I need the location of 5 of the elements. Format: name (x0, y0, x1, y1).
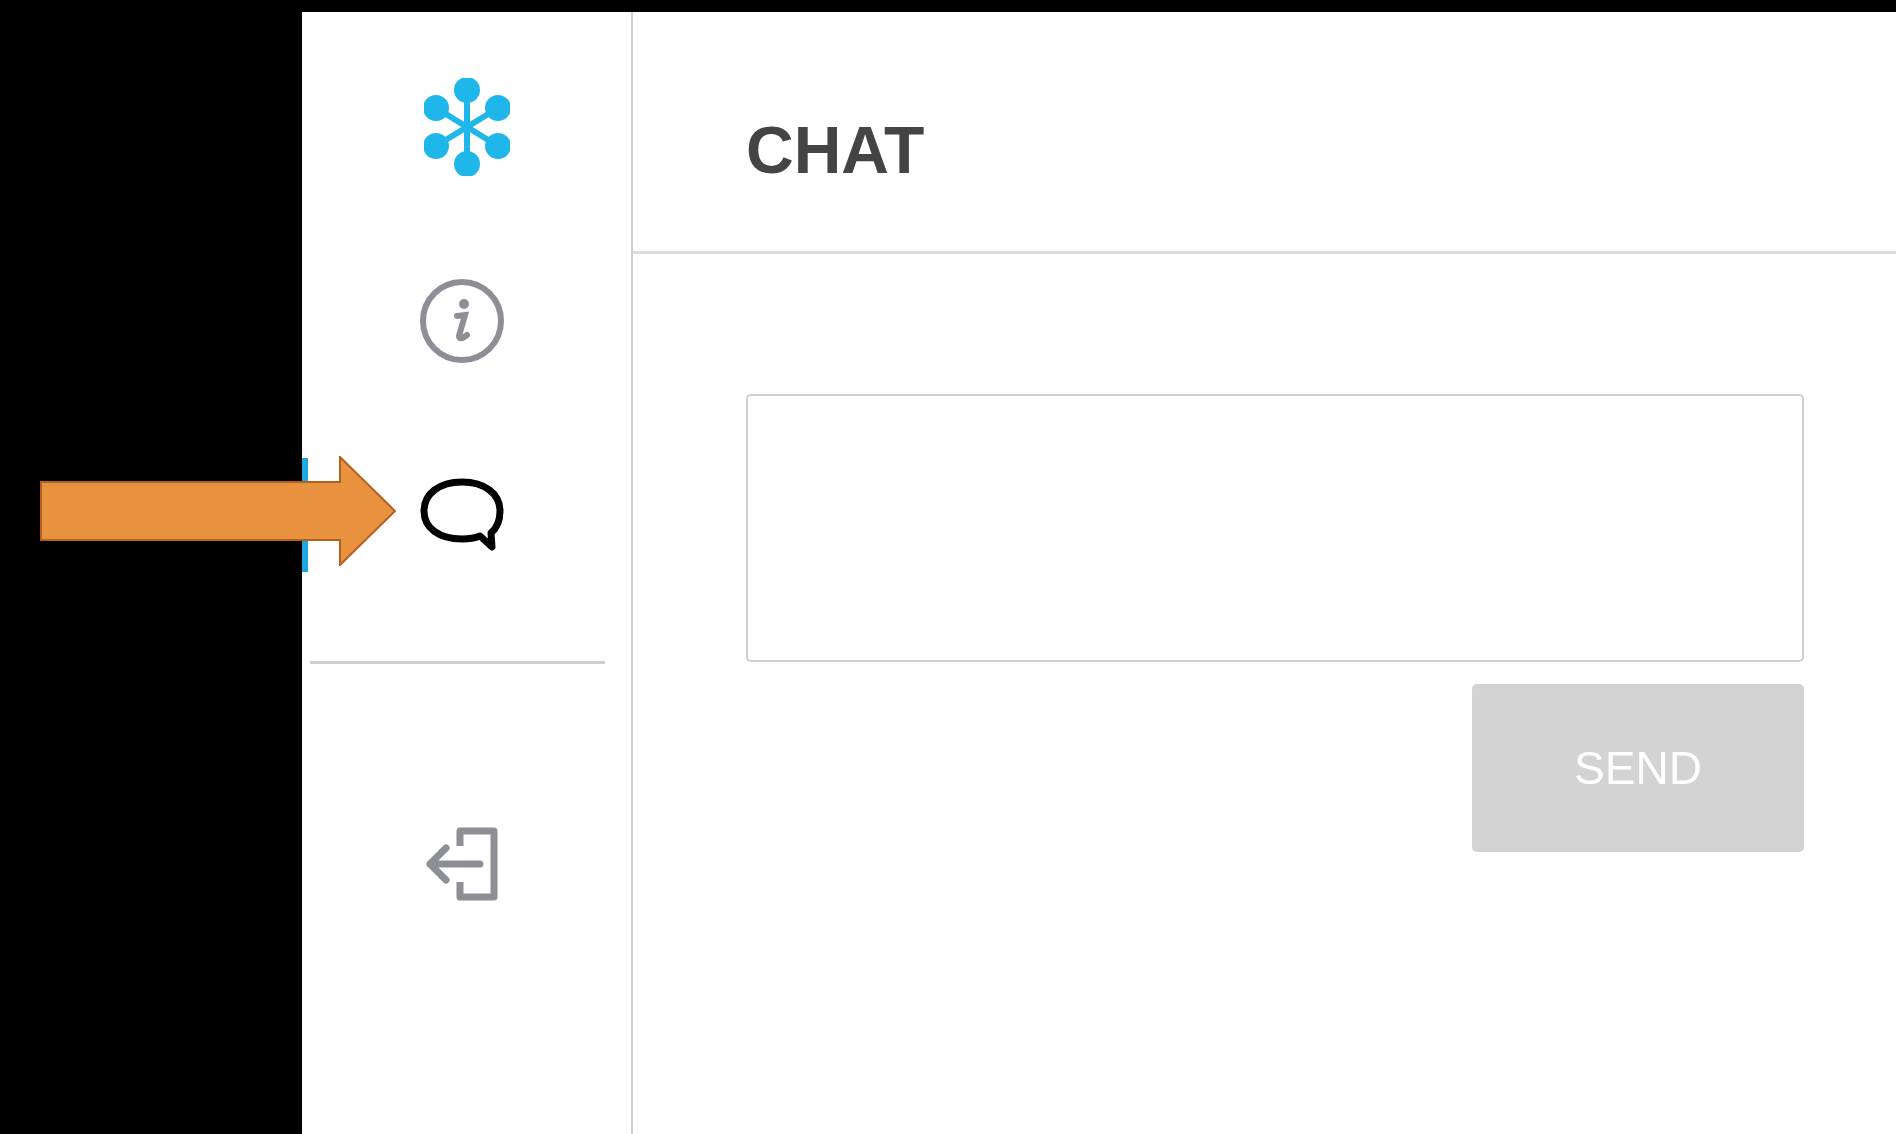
logo-icon (423, 78, 510, 176)
page-title: CHAT (746, 111, 925, 188)
info-icon (418, 278, 505, 364)
message-field[interactable] (746, 394, 1804, 662)
speech-bubble-icon (418, 477, 505, 553)
